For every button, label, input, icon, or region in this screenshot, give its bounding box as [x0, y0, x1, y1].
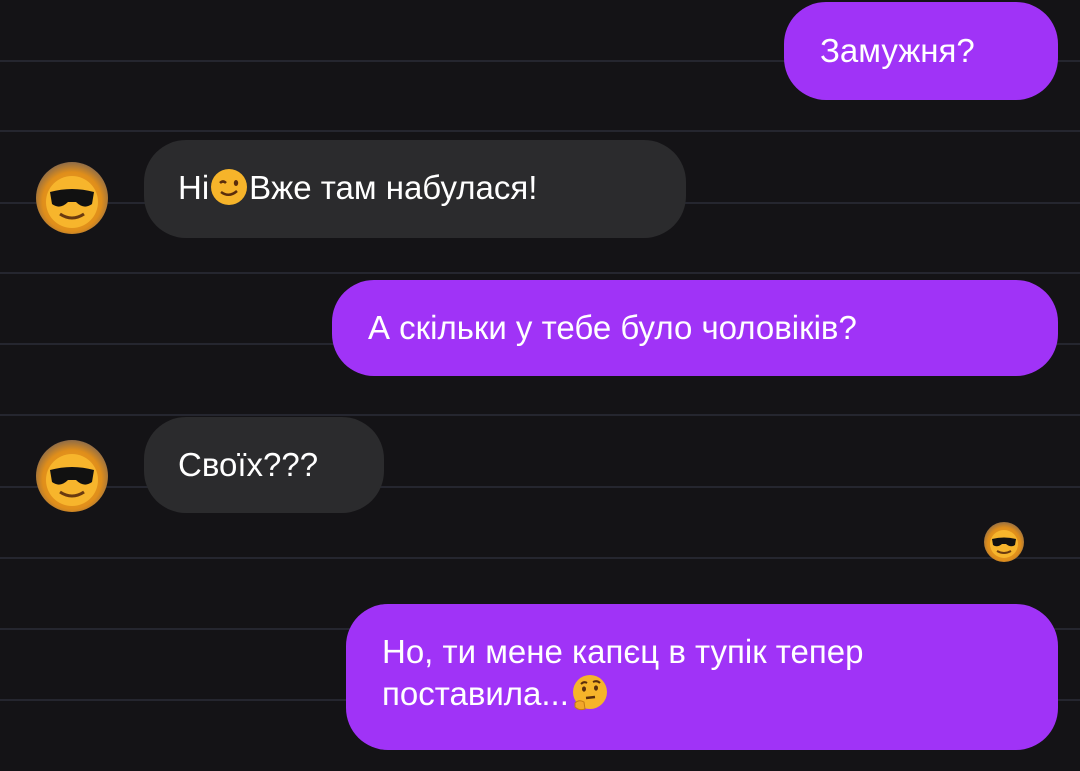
message-text: Вже там набулася! [249, 169, 538, 206]
winking-face-icon [209, 167, 249, 207]
divider-line [0, 414, 1080, 416]
divider-line [0, 130, 1080, 132]
message-text: Своїх??? [178, 446, 319, 483]
message-text: Ні [178, 169, 210, 206]
smiling-face-with-sunglasses-icon [990, 530, 1018, 558]
message-text: А скільки у тебе було чоловіків? [368, 309, 857, 346]
message-text: поставила... [382, 675, 569, 712]
incoming-message-bubble[interactable]: Своїх??? [144, 417, 384, 513]
thinking-face-icon [569, 673, 609, 713]
incoming-message-bubble[interactable]: Ні Вже там набулася! [144, 140, 686, 238]
contact-avatar[interactable] [36, 162, 108, 234]
smiling-face-with-sunglasses-icon [46, 454, 98, 506]
read-receipt-avatar [984, 522, 1024, 562]
message-text: Замужня? [820, 32, 975, 69]
divider-line [0, 272, 1080, 274]
smiling-face-with-sunglasses-icon [46, 176, 98, 228]
message-text: Но, ти мене капєц в тупік тепер [382, 633, 864, 670]
outgoing-message-bubble[interactable]: А скільки у тебе було чоловіків? [332, 280, 1058, 376]
outgoing-message-bubble[interactable]: Но, ти мене капєц в тупік тепер поставил… [346, 604, 1058, 750]
message-text-line-2: поставила... [382, 673, 1058, 715]
contact-avatar[interactable] [36, 440, 108, 512]
outgoing-message-bubble[interactable]: Замужня? [784, 2, 1058, 100]
divider-line [0, 557, 1080, 559]
